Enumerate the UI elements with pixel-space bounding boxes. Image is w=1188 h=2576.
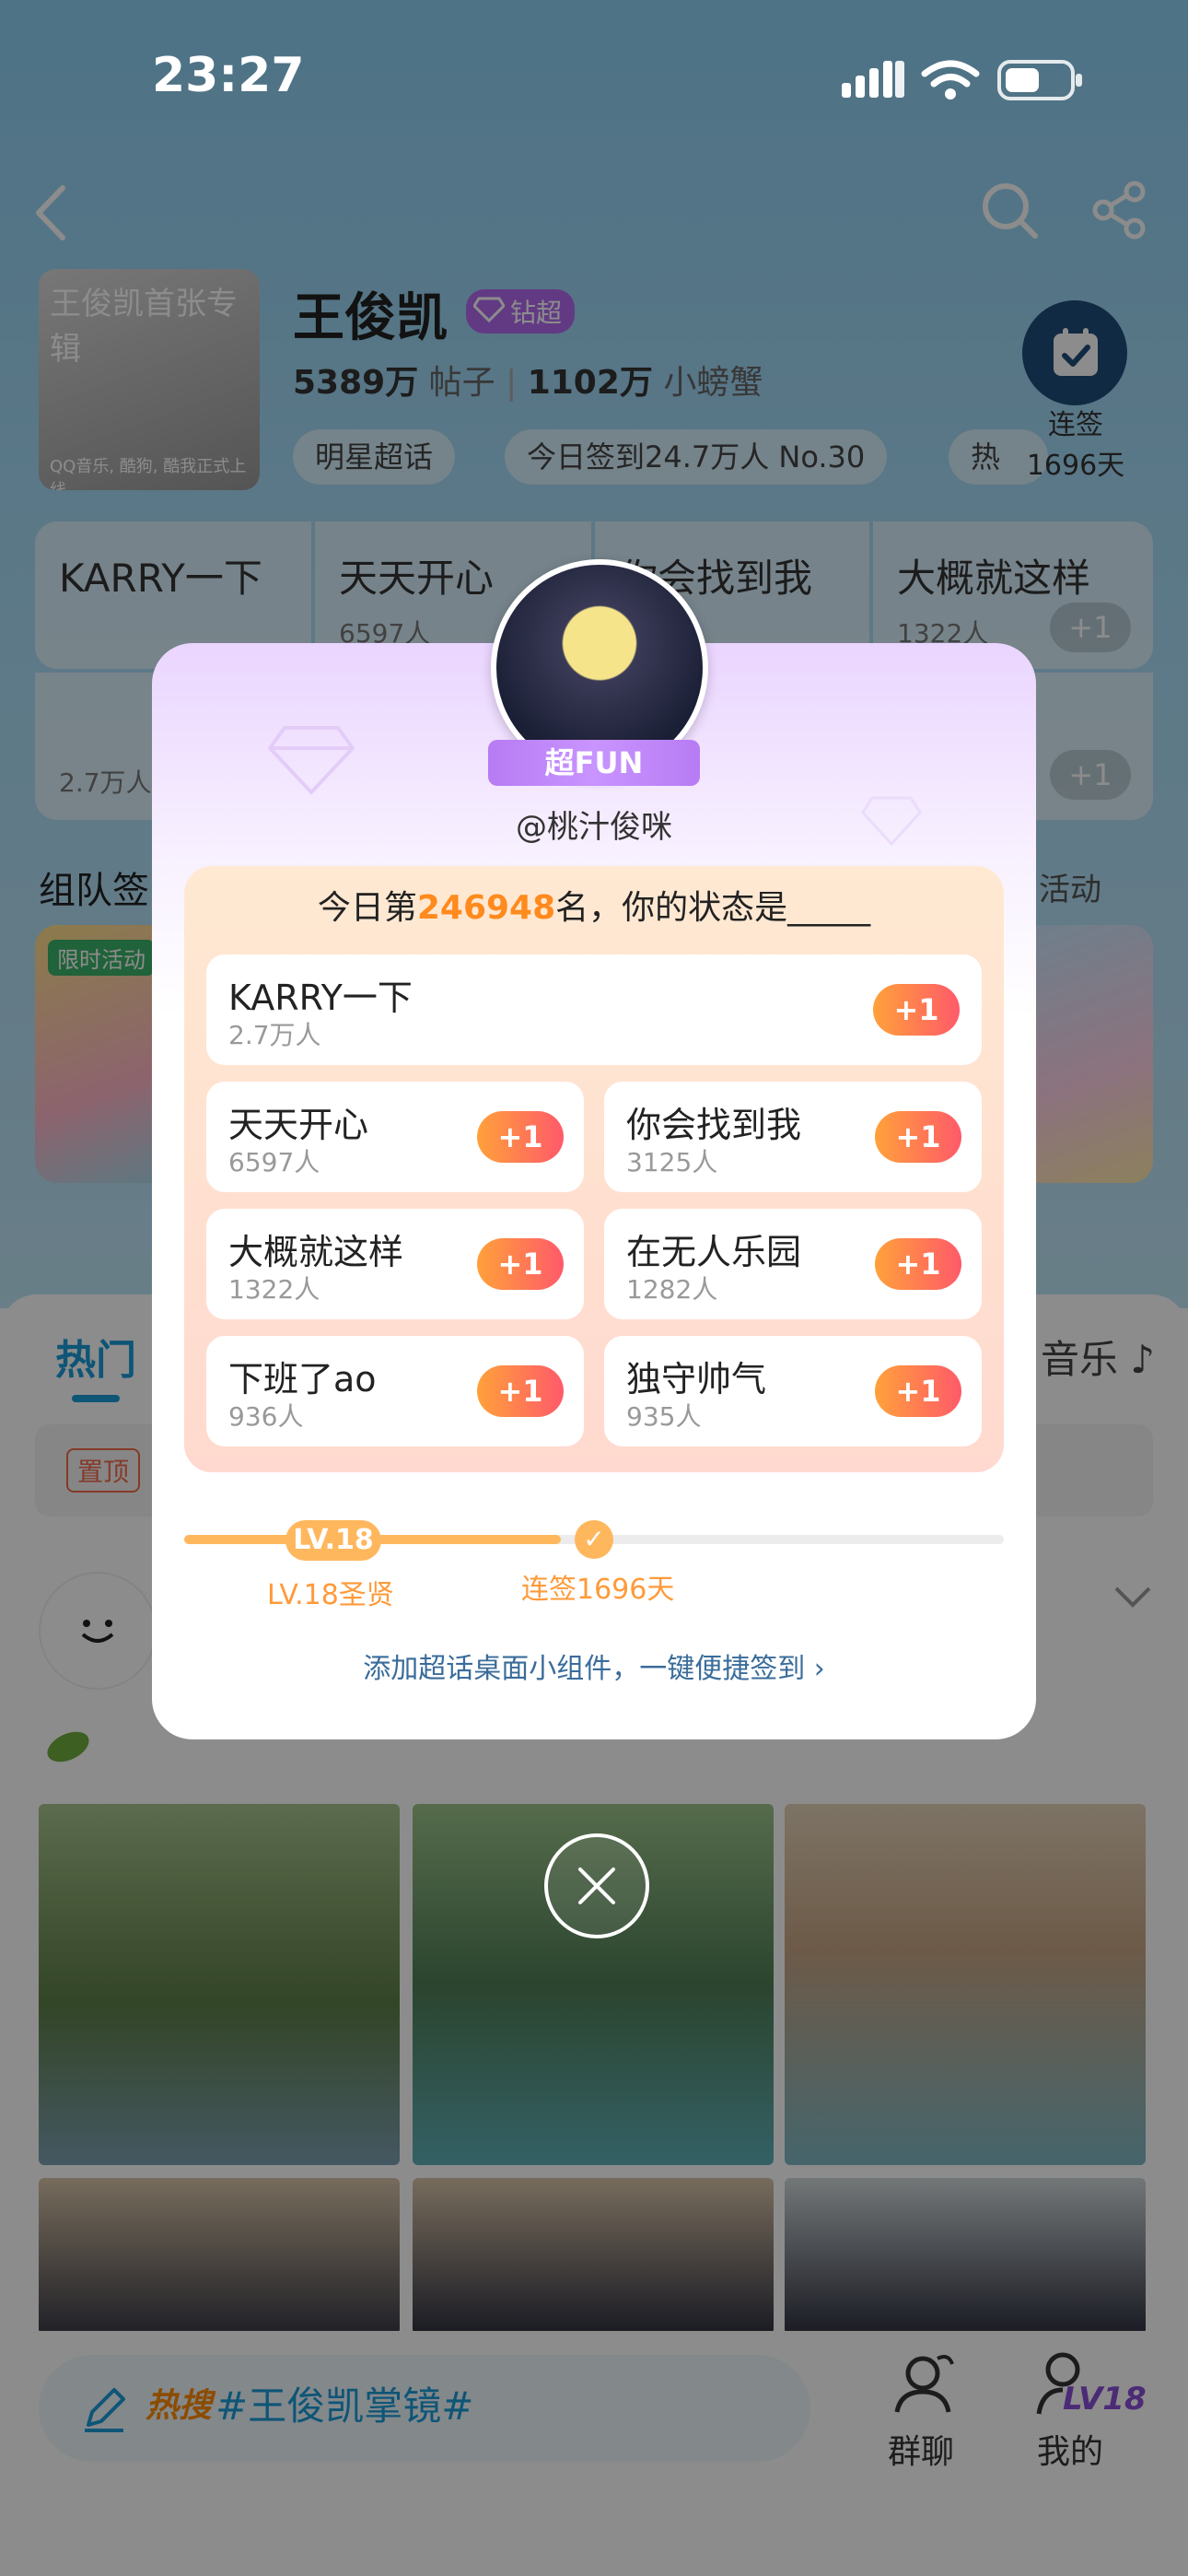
status-option-count: 2.7万人	[228, 1020, 321, 1050]
checkin-rank: 246948	[416, 889, 556, 927]
status-option-count: 3125人	[626, 1147, 718, 1177]
status-time: 23:27	[152, 48, 305, 103]
close-modal-button[interactable]	[544, 1833, 649, 1938]
status-option-name: 下班了ao	[228, 1359, 377, 1399]
level-title: LV.18圣贤	[267, 1579, 394, 1611]
close-icon	[578, 1868, 615, 1904]
streak-label: 连签1696天	[521, 1574, 675, 1606]
user-handle: @桃汁俊咪	[516, 809, 672, 846]
question-prefix: 今日第	[317, 889, 417, 927]
level-pill: LV.18	[285, 1520, 381, 1561]
status-option-count: 1282人	[626, 1274, 718, 1305]
status-option-count: 1322人	[228, 1274, 320, 1305]
status-option-count: 935人	[626, 1401, 702, 1432]
add-widget-link[interactable]: 添加超话桌面小组件，一键便捷签到 ›	[152, 1645, 1036, 1686]
status-question: 今日第246948名，你的状态是_____	[184, 881, 1004, 929]
status-option[interactable]: 天天开心 6597人 +1	[206, 1082, 584, 1192]
wifi-icon	[921, 60, 980, 100]
status-option-count: 6597人	[228, 1147, 320, 1177]
status-option-count: 936人	[228, 1401, 304, 1432]
status-option-name: 独守帅气	[626, 1359, 767, 1399]
status-option-name: 在无人乐园	[626, 1232, 802, 1272]
diamond-decor-icon	[861, 796, 922, 847]
diamond-decor-icon	[267, 726, 355, 795]
signal-icon	[842, 61, 904, 98]
question-suffix: 名，你的状态是_____	[555, 889, 871, 927]
status-option-name: KARRY一下	[228, 978, 413, 1018]
plus-one-button[interactable]: +1	[875, 1238, 961, 1290]
status-option-name: 大概就这样	[228, 1232, 404, 1272]
status-option[interactable]: 独守帅气 935人 +1	[604, 1336, 982, 1446]
plus-one-button[interactable]: +1	[875, 1365, 961, 1417]
chevron-right-icon: ›	[813, 1653, 825, 1685]
fun-level-badge: 超FUN	[488, 740, 700, 786]
plus-one-button[interactable]: +1	[477, 1238, 564, 1290]
plus-one-button[interactable]: +1	[477, 1365, 564, 1417]
status-option-name: 你会找到我	[626, 1105, 802, 1145]
status-option[interactable]: 下班了ao 936人 +1	[206, 1336, 584, 1446]
status-option[interactable]: 大概就这样 1322人 +1	[206, 1209, 584, 1319]
plus-one-button[interactable]: +1	[873, 984, 960, 1036]
status-option-name: 天天开心	[228, 1105, 369, 1145]
status-option[interactable]: 在无人乐园 1282人 +1	[604, 1209, 982, 1319]
status-option[interactable]: KARRY一下 2.7万人 +1	[206, 954, 982, 1065]
streak-check-icon: ✓	[575, 1520, 613, 1559]
battery-icon	[997, 60, 1082, 100]
status-option[interactable]: 你会找到我 3125人 +1	[604, 1082, 982, 1192]
add-widget-label: 添加超话桌面小组件，一键便捷签到	[363, 1653, 806, 1685]
plus-one-button[interactable]: +1	[477, 1111, 564, 1163]
plus-one-button[interactable]: +1	[875, 1111, 961, 1163]
